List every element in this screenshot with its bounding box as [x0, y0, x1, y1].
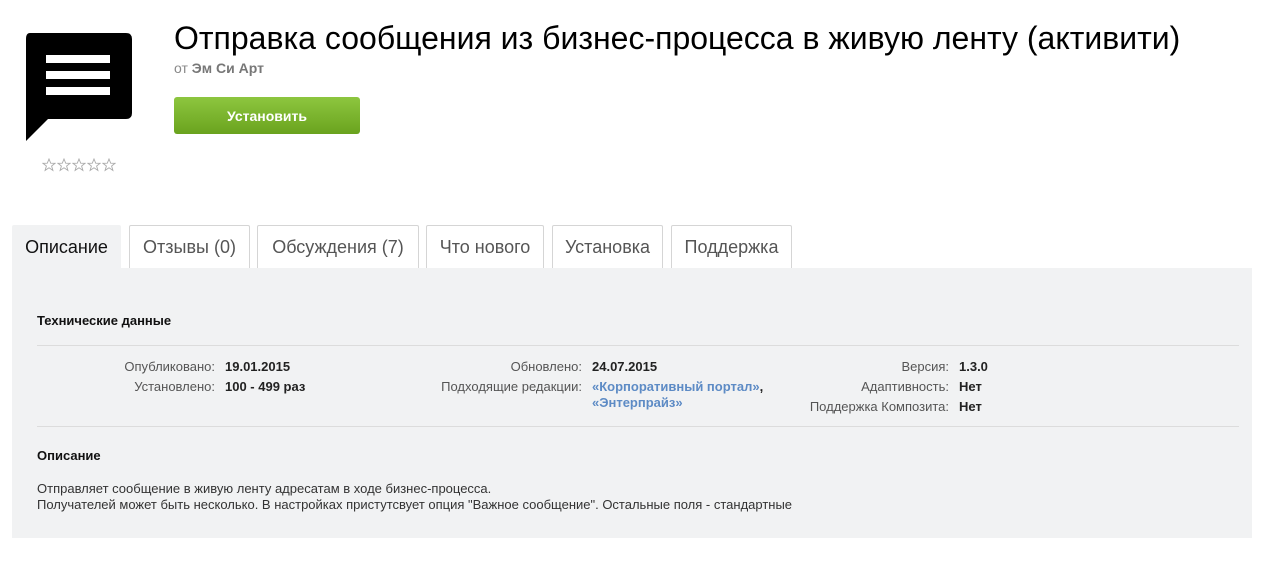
adaptive-label: Адаптивность: — [861, 379, 949, 394]
tab-description[interactable]: Описание — [12, 225, 121, 269]
star-outline-icon[interactable] — [87, 158, 101, 172]
author-line: от Эм Си Арт — [174, 60, 264, 76]
divider — [37, 345, 1239, 346]
tab-whats-new[interactable]: Что нового — [426, 225, 544, 268]
editions-values: «Корпоративный портал», «Энтерпрайз» — [592, 377, 763, 411]
version-value: 1.3.0 — [959, 359, 988, 374]
page-title: Отправка сообщения из бизнес-процесса в … — [174, 20, 1181, 56]
edition-link-corporate-portal[interactable]: «Корпоративный портал» — [592, 379, 760, 394]
published-label: Опубликовано: — [124, 359, 215, 374]
composite-value: Нет — [959, 399, 982, 414]
tab-reviews[interactable]: Отзывы (0) — [129, 225, 250, 268]
author-link[interactable]: Эм Си Арт — [192, 60, 264, 76]
star-outline-icon[interactable] — [57, 158, 71, 172]
author-prefix: от — [174, 60, 188, 76]
updated-label: Обновлено: — [510, 359, 582, 374]
tech-column-publication: Опубликовано: 19.01.2015 Установлено: 10… — [37, 357, 305, 397]
edition-link-enterprise[interactable]: «Энтерпрайз» — [592, 395, 683, 410]
installed-value: 100 - 499 раз — [225, 379, 306, 394]
tech-column-editions: Обновлено: 24.07.2015 Подходящие редакци… — [382, 357, 763, 411]
updated-value: 24.07.2015 — [592, 359, 658, 374]
description-line: Отправляет сообщение в живую ленту адрес… — [37, 481, 492, 496]
star-outline-icon[interactable] — [72, 158, 86, 172]
description-line: Получателей может быть несколько. В наст… — [37, 497, 793, 512]
speech-bubble-list-icon — [26, 33, 132, 141]
install-button[interactable]: Установить — [174, 97, 360, 134]
adaptive-value: Нет — [959, 379, 982, 394]
tech-column-version: Версия: 1.3.0 Адаптивность: Нет Поддержк… — [749, 357, 988, 417]
composite-label: Поддержка Композита: — [809, 399, 949, 414]
editions-label: Подходящие редакции: — [441, 379, 582, 394]
description-panel: Технические данные Опубликовано: 19.01.2… — [12, 268, 1252, 538]
tab-discussions[interactable]: Обсуждения (7) — [257, 225, 419, 268]
tech-data-heading: Технические данные — [37, 313, 172, 328]
tab-support[interactable]: Поддержка — [671, 225, 792, 268]
divider — [37, 426, 1239, 427]
rating-stars[interactable] — [42, 158, 116, 172]
version-label: Версия: — [901, 359, 949, 374]
installed-label: Установлено: — [134, 379, 215, 394]
tab-installation[interactable]: Установка — [552, 225, 663, 268]
star-outline-icon[interactable] — [42, 158, 56, 172]
published-value: 19.01.2015 — [225, 359, 291, 374]
star-outline-icon[interactable] — [102, 158, 116, 172]
description-heading: Описание — [37, 448, 101, 463]
description-text: Отправляет сообщение в живую ленту адрес… — [37, 481, 792, 513]
